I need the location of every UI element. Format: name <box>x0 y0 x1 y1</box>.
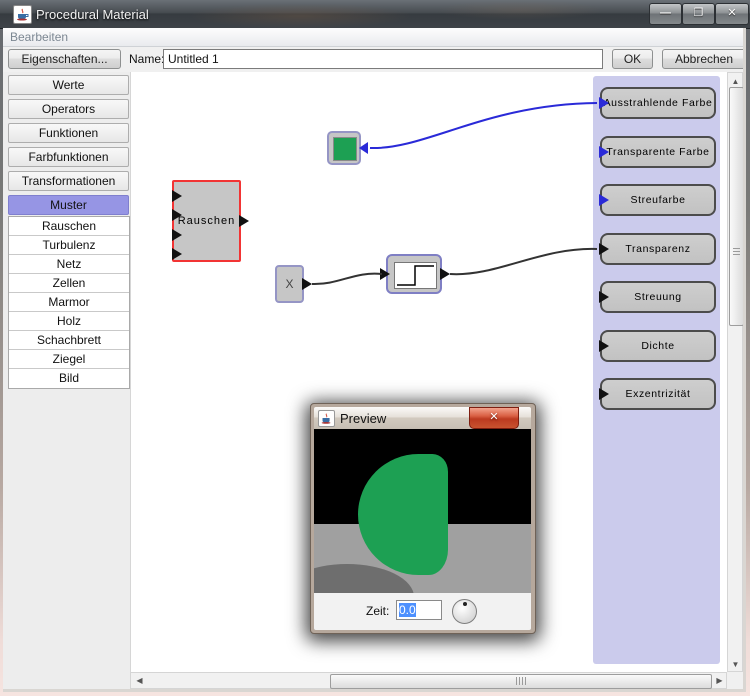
toolbar: Eigenschaften... Name: Untitled 1 OK Abb… <box>3 47 746 73</box>
output-slot-dichte[interactable]: Dichte <box>600 330 716 362</box>
node-graph-canvas[interactable]: Ausstrahlende Farbe Transparente Farbe S… <box>130 72 728 672</box>
vertical-scrollbar[interactable]: ▲ ▼ <box>727 72 744 672</box>
preview-title-bar[interactable]: Preview ✕ <box>314 407 531 429</box>
java-icon <box>13 5 32 24</box>
preview-close-button[interactable]: ✕ <box>469 407 519 429</box>
sidebar-category-muster-selected[interactable]: Muster <box>8 195 129 215</box>
noise-input-port-icon <box>172 209 182 221</box>
close-button[interactable]: ✕ <box>715 3 749 25</box>
scroll-down-icon[interactable]: ▼ <box>729 657 742 672</box>
wire-color-to-ausstrahlende-farbe <box>369 102 598 150</box>
noise-input-port-icon <box>172 248 182 260</box>
name-input[interactable]: Untitled 1 <box>163 49 603 69</box>
properties-button[interactable]: Eigenschaften... <box>8 49 121 69</box>
sidebar-category-operators[interactable]: Operators <box>8 99 129 119</box>
time-dial[interactable] <box>452 599 477 624</box>
preview-controls: Zeit: 0.0 <box>314 593 531 630</box>
multiply-output-port-icon <box>302 278 312 290</box>
noise-node-label: Rauschen <box>177 215 236 227</box>
pattern-list: Rauschen Turbulenz Netz Zellen Marmor Ho… <box>8 216 130 389</box>
output-arrow-icon <box>599 243 609 255</box>
scroll-right-icon[interactable]: ▶ <box>712 674 727 688</box>
output-slot-streuung[interactable]: Streuung <box>600 281 716 313</box>
preview-render-canvas <box>314 429 531 593</box>
pattern-item-bild[interactable]: Bild <box>9 369 129 388</box>
step-input-port-icon <box>380 268 390 280</box>
cancel-button[interactable]: Abbrechen <box>662 49 746 69</box>
preview-title: Preview <box>340 411 387 426</box>
name-label: Name: <box>129 52 165 66</box>
preview-dialog[interactable]: Preview ✕ Zeit: 0.0 <box>310 403 536 634</box>
green-color-swatch[interactable] <box>333 137 357 161</box>
window-frame-bottom <box>3 689 743 692</box>
output-slot-ausstrahlende-farbe[interactable]: Ausstrahlende Farbe <box>600 87 716 119</box>
sidebar-category-transformationen[interactable]: Transformationen <box>8 171 129 191</box>
window-frame-right <box>743 28 746 692</box>
scroll-grip-icon <box>733 248 740 256</box>
menu-bar: Bearbeiten <box>3 28 746 47</box>
menu-item-bearbeiten[interactable]: Bearbeiten <box>10 30 68 44</box>
pattern-item-ziegel[interactable]: Ziegel <box>9 350 129 369</box>
step-output-port-icon <box>440 268 450 280</box>
step-function-icon <box>394 262 437 289</box>
wire-step-to-transparenz <box>449 247 598 276</box>
scrollbar-corner <box>727 672 743 689</box>
time-value: 0.0 <box>399 603 416 617</box>
noise-input-port-icon <box>172 190 182 202</box>
sidebar: Werte Operators Funktionen Farbfunktione… <box>3 72 130 689</box>
output-slot-streufarbe[interactable]: Streufarbe <box>600 184 716 216</box>
java-icon <box>318 410 335 427</box>
output-slot-transparente-farbe[interactable]: Transparente Farbe <box>600 136 716 168</box>
output-slot-transparenz[interactable]: Transparenz <box>600 233 716 265</box>
time-label: Zeit: <box>366 604 390 618</box>
time-input[interactable]: 0.0 <box>396 600 442 620</box>
window-title: Procedural Material <box>36 7 149 22</box>
minimize-button[interactable]: — <box>649 3 682 25</box>
output-arrow-icon <box>599 146 609 158</box>
output-arrow-icon <box>599 291 609 303</box>
pattern-item-schachbrett[interactable]: Schachbrett <box>9 331 129 350</box>
pattern-item-marmor[interactable]: Marmor <box>9 293 129 312</box>
procedural-material-window: Procedural Material — ❐ ✕ Bearbeiten Eig… <box>0 0 750 696</box>
color-node-output-port-icon <box>359 142 368 154</box>
color-node[interactable] <box>327 131 361 165</box>
output-arrow-icon <box>599 97 609 109</box>
maximize-button[interactable]: ❐ <box>682 3 715 25</box>
step-function-node[interactable] <box>386 254 442 294</box>
noise-input-port-icon <box>172 229 182 241</box>
pattern-item-rauschen[interactable]: Rauschen <box>9 217 129 236</box>
output-slot-exzentrizitaet[interactable]: Exzentrizität <box>600 378 716 410</box>
noise-node[interactable]: Rauschen <box>172 180 241 262</box>
wire-x-to-step <box>311 272 383 286</box>
sidebar-category-funktionen[interactable]: Funktionen <box>8 123 129 143</box>
sidebar-category-werte[interactable]: Werte <box>8 75 129 95</box>
horizontal-scroll-thumb[interactable] <box>330 674 712 689</box>
pattern-item-turbulenz[interactable]: Turbulenz <box>9 236 129 255</box>
sidebar-category-farbfunktionen[interactable]: Farbfunktionen <box>8 147 129 167</box>
pattern-item-netz[interactable]: Netz <box>9 255 129 274</box>
output-arrow-icon <box>599 194 609 206</box>
scroll-left-icon[interactable]: ◀ <box>132 674 147 688</box>
scroll-grip-icon <box>516 677 526 685</box>
dial-indicator-icon <box>463 602 467 606</box>
output-arrow-icon <box>599 340 609 352</box>
pattern-item-zellen[interactable]: Zellen <box>9 274 129 293</box>
output-arrow-icon <box>599 388 609 400</box>
multiply-node-label: X <box>285 277 294 291</box>
pattern-item-holz[interactable]: Holz <box>9 312 129 331</box>
noise-output-port-icon <box>239 215 249 227</box>
multiply-node[interactable]: X <box>275 265 304 303</box>
horizontal-scrollbar[interactable]: ◀ ▶ <box>130 672 727 689</box>
vertical-scroll-thumb[interactable] <box>729 87 744 326</box>
title-bar[interactable]: Procedural Material — ❐ ✕ <box>0 0 750 29</box>
ok-button[interactable]: OK <box>612 49 653 69</box>
